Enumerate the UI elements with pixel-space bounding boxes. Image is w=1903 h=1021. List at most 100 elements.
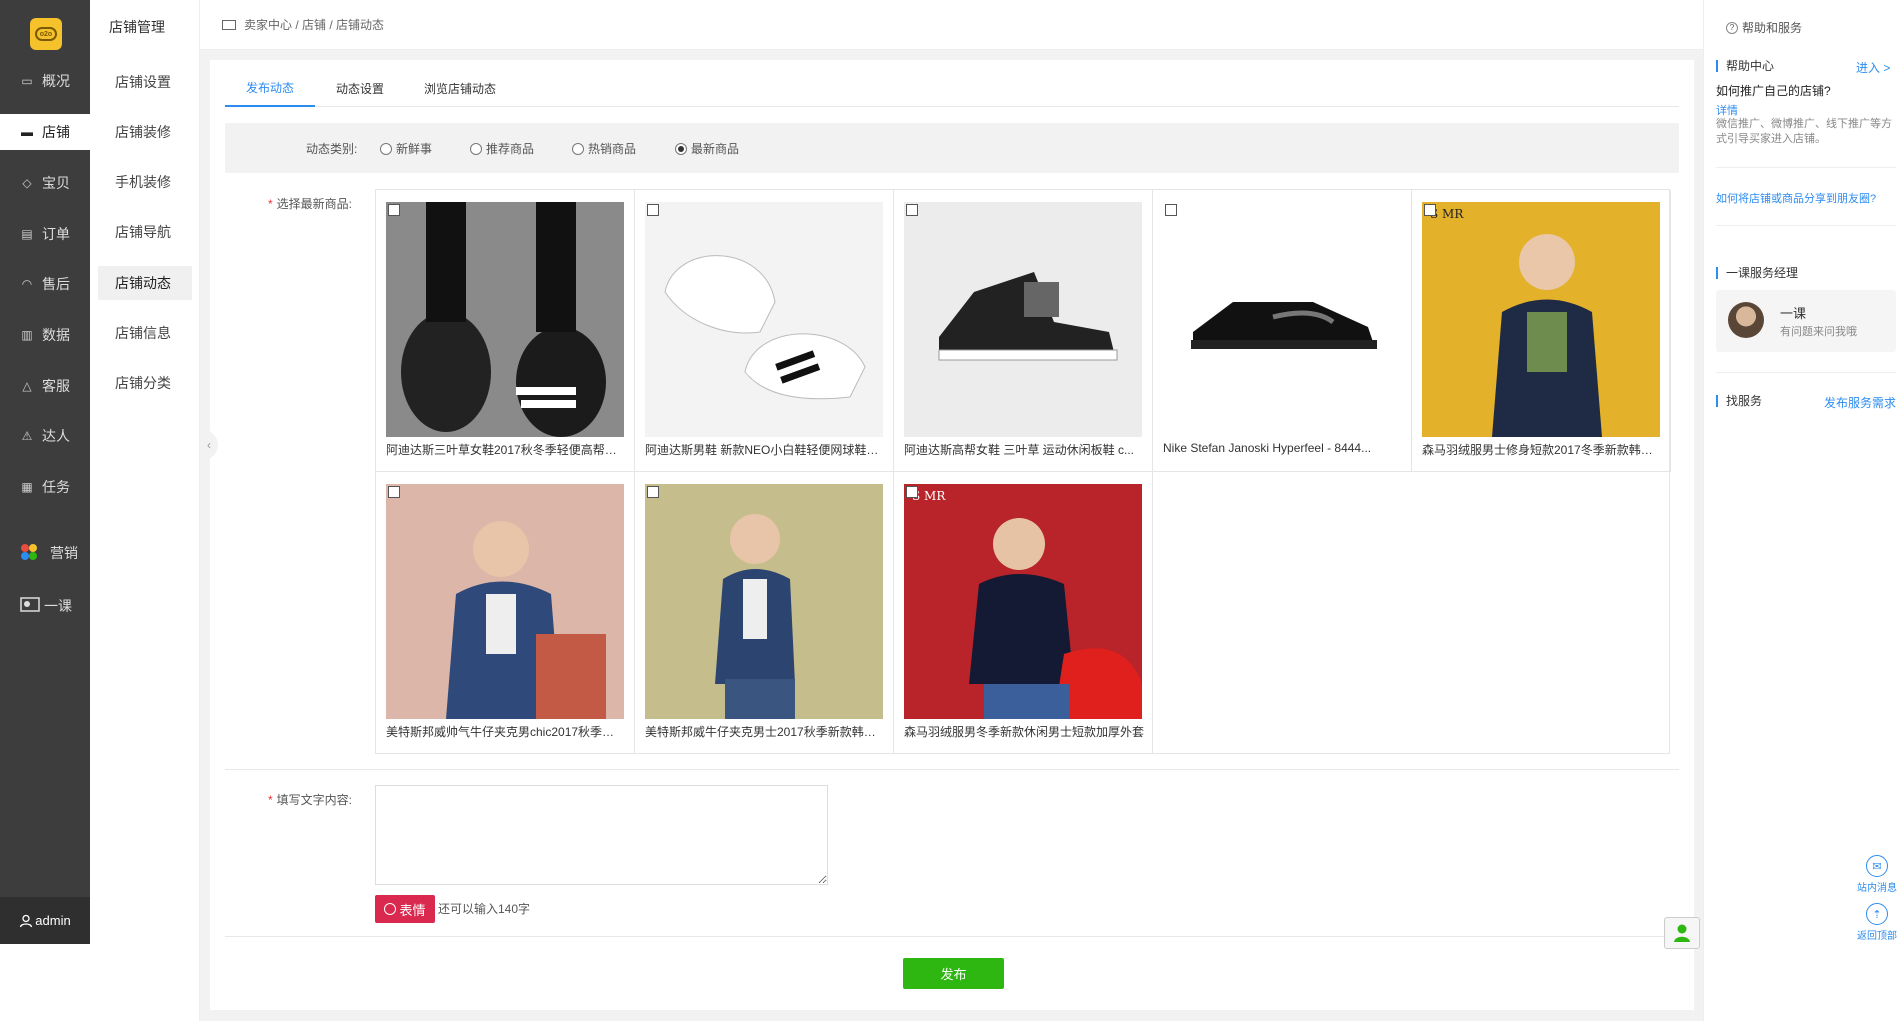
product-checkbox[interactable]	[388, 486, 400, 498]
radio-newest[interactable]: 最新商品	[675, 140, 739, 157]
question-icon: ?	[1726, 21, 1738, 34]
product-card[interactable]: S MR 森马羽绒服男士修身短款2017冬季新款韩版外套	[1412, 190, 1671, 472]
back-to-top-button[interactable]: ⇡ 返回顶部	[1852, 903, 1902, 942]
product-name: 森马羽绒服男冬季新款休闲男士短款加厚外套	[904, 725, 1144, 739]
post-service-request-link[interactable]: 发布服务需求	[1824, 394, 1896, 411]
person-icon	[1674, 924, 1690, 942]
subnav-item-mobile-decoration[interactable]: 手机装修	[98, 165, 192, 199]
find-service-heading: 找服务	[1716, 395, 1762, 407]
site-message-button[interactable]: ✉ 站内消息	[1852, 855, 1902, 894]
warning-icon: ⚠	[21, 429, 33, 443]
user-icon	[20, 914, 33, 927]
product-image	[645, 484, 883, 719]
product-image	[386, 202, 624, 437]
subnav-title: 店铺管理	[109, 19, 165, 35]
product-card[interactable]: 美特斯邦威帅气牛仔夹克男chic2017秋季新款	[376, 472, 635, 754]
subnav-item-activity[interactable]: 店铺动态	[98, 266, 192, 300]
monitor-icon	[222, 19, 236, 30]
product-checkbox[interactable]	[1165, 204, 1177, 216]
product-card[interactable]: Nike Stefan Janoski Hyperfeel - 8444...	[1153, 190, 1412, 472]
subnav-item-categories[interactable]: 店铺分类	[98, 366, 192, 400]
product-grid: 阿迪达斯三叶草女鞋2017秋冬季轻便高帮休闲板鞋 阿迪达斯男鞋 新款NEO小白鞋轻…	[375, 189, 1671, 754]
task-icon: ▦	[21, 480, 33, 494]
divider	[225, 769, 1679, 770]
store-icon: ▬	[21, 125, 33, 139]
divider	[225, 936, 1679, 937]
divider	[1716, 372, 1896, 373]
arrow-up-icon: ⇡	[1866, 903, 1888, 925]
product-checkbox[interactable]	[388, 204, 400, 216]
radio-hot[interactable]: 热销商品	[572, 140, 636, 157]
app-logo[interactable]: o2o	[30, 18, 62, 50]
mail-icon: ✉	[1866, 855, 1888, 877]
nav-item-service[interactable]: △ 客服	[0, 368, 90, 404]
product-checkbox[interactable]	[647, 204, 659, 216]
nav-item-data[interactable]: ▥ 数据	[0, 317, 90, 353]
product-name: Nike Stefan Janoski Hyperfeel - 8444...	[1163, 441, 1372, 455]
tab-settings[interactable]: 动态设置	[315, 70, 405, 107]
tab-browse[interactable]: 浏览店铺动态	[405, 70, 515, 107]
product-name: 阿迪达斯三叶草女鞋2017秋冬季轻便高帮休闲板鞋	[386, 443, 626, 457]
headset-icon: ◠	[21, 277, 33, 291]
product-card[interactable]: 美特斯邦威牛仔夹克男士2017秋季新款韩版潮流	[635, 472, 894, 754]
divider	[1716, 167, 1896, 168]
manager-name: 一课	[1780, 306, 1807, 321]
bell-icon: △	[22, 379, 32, 393]
activity-type-row: 动态类别: 新鲜事 推荐商品 热销商品 最新商品	[225, 123, 1679, 173]
radio-recommended[interactable]: 推荐商品	[470, 140, 534, 157]
help-detail-link[interactable]: 详情	[1716, 102, 1738, 118]
product-image: S MR	[1422, 202, 1660, 437]
chat-button[interactable]	[1664, 917, 1700, 949]
tag-icon: ◇	[22, 176, 32, 190]
subnav-item-navigation[interactable]: 店铺导航	[98, 215, 192, 249]
tab-bar: 发布动态 动态设置 浏览店铺动态	[225, 70, 1679, 107]
service-manager-heading: 一课服务经理	[1716, 267, 1798, 279]
service-manager-card[interactable]: 一课 有问题来问我哦	[1716, 290, 1896, 352]
product-image	[904, 202, 1142, 437]
product-name: 森马羽绒服男士修身短款2017冬季新款韩版外套	[1422, 443, 1662, 457]
nav-item-orders[interactable]: ▤ 订单	[0, 216, 90, 252]
tab-publish[interactable]: 发布动态	[225, 70, 315, 107]
help-question-1[interactable]: 如何推广自己的店铺?	[1716, 82, 1831, 99]
store-subnav: 店铺管理 店铺设置 店铺装修 手机装修 店铺导航 店铺动态 店铺信息 店铺分类	[90, 0, 200, 1021]
nav-item-aftersales[interactable]: ◠ 售后	[0, 266, 90, 302]
product-image	[645, 202, 883, 437]
radio-fresh[interactable]: 新鲜事	[380, 140, 432, 157]
breadcrumb: 卖家中心 / 店铺 / 店铺动态	[244, 18, 385, 32]
publish-button[interactable]: 发布	[903, 958, 1004, 989]
product-name: 阿迪达斯男鞋 新款NEO小白鞋轻便网球鞋休闲板鞋	[645, 443, 885, 457]
help-enter-link[interactable]: 进入 >	[1856, 59, 1890, 76]
product-card[interactable]: 阿迪达斯男鞋 新款NEO小白鞋轻便网球鞋休闲板鞋	[635, 190, 894, 472]
nav-item-influencer[interactable]: ⚠ 达人	[0, 418, 90, 454]
help-question-1-desc: 微信推广、微博推广、线下推广等方式引导买家进入店铺。	[1716, 118, 1892, 145]
text-field-label: * 填写文字内容:	[268, 793, 353, 807]
activity-text-input[interactable]	[375, 785, 828, 885]
product-checkbox[interactable]	[906, 486, 918, 498]
subnav-item-info[interactable]: 店铺信息	[98, 316, 192, 350]
product-checkbox[interactable]	[647, 486, 659, 498]
nav-item-course[interactable]: 一课	[0, 588, 90, 624]
user-account[interactable]: admin	[0, 897, 90, 944]
smile-icon	[384, 903, 397, 915]
subnav-item-settings[interactable]: 店铺设置	[98, 65, 192, 99]
product-card[interactable]: 阿迪达斯高帮女鞋 三叶草 运动休闲板鞋 c...	[894, 190, 1153, 472]
product-card[interactable]: S MR 森马羽绒服男冬季新款休闲男士短款加厚外套	[894, 472, 1153, 754]
nav-item-store[interactable]: ▬ 店铺	[0, 114, 90, 150]
product-name: 美特斯邦威牛仔夹克男士2017秋季新款韩版潮流	[645, 725, 885, 739]
emoji-button[interactable]: 表情	[375, 895, 435, 923]
nav-item-overview[interactable]: ▭ 概况	[0, 63, 90, 99]
nav-item-products[interactable]: ◇ 宝贝	[0, 165, 90, 201]
chevron-left-icon: ‹	[207, 438, 211, 452]
main-sidebar: o2o ▭ 概况 ▬ 店铺 ◇ 宝贝 ▤ 订单 ◠ 售后 ▥ 数据 △ 客服 ⚠ 达人 ▦ 任务 …	[0, 0, 90, 944]
subnav-item-decoration[interactable]: 店铺装修	[98, 115, 192, 149]
help-header[interactable]: ? 帮助和服务	[1726, 19, 1802, 36]
manager-desc: 有问题来问我哦	[1780, 326, 1857, 338]
nav-item-tasks[interactable]: ▦ 任务	[0, 469, 90, 505]
product-name: 阿迪达斯高帮女鞋 三叶草 运动休闲板鞋 c...	[904, 443, 1135, 457]
help-question-2-link[interactable]: 如何将店铺或商品分享到朋友圈?	[1716, 190, 1876, 206]
product-card[interactable]: 阿迪达斯三叶草女鞋2017秋冬季轻便高帮休闲板鞋	[376, 190, 635, 472]
radio-circle	[380, 142, 392, 155]
product-checkbox[interactable]	[1424, 204, 1436, 216]
nav-item-marketing[interactable]: 营销	[0, 535, 90, 571]
product-checkbox[interactable]	[906, 204, 918, 216]
